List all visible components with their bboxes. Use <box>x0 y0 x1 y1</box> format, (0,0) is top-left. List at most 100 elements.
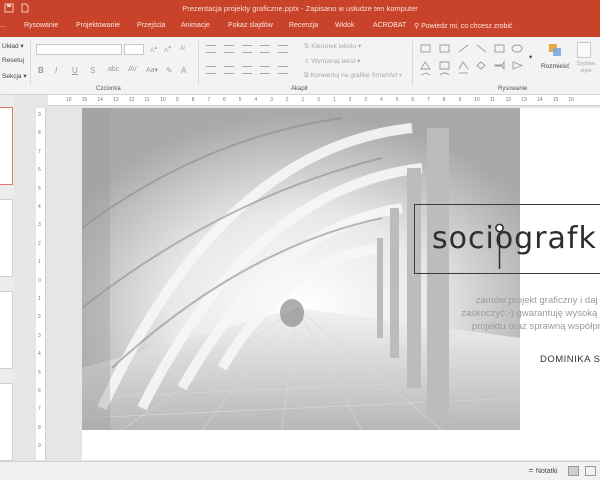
vertical-ruler: 9 8 7 6 5 4 3 2 1 0 1 2 3 4 5 6 7 8 9 <box>36 108 46 460</box>
ruler-tick-label: 6 <box>411 97 415 103</box>
ruler-tick-label: 4 <box>380 97 383 103</box>
ruler-tick-label: 16 <box>568 97 574 103</box>
clear-format-icon[interactable]: A̸ <box>180 45 184 52</box>
ruler-tick-label: 1 <box>38 259 41 266</box>
tell-me-search[interactable]: ⚲ Powiedz mi, co chcesz zrobić <box>414 22 513 30</box>
justify-icon[interactable] <box>260 66 270 74</box>
change-case-icon[interactable]: Aa▾ <box>146 66 158 74</box>
ruler-tick-label: 11 <box>144 97 150 103</box>
layout-button[interactable]: Układ ▾ <box>2 42 24 50</box>
ruler-tick-label: 3 <box>38 332 41 339</box>
strikethrough-icon[interactable]: abc <box>108 66 119 73</box>
highlight-icon[interactable]: ✎ <box>166 66 173 75</box>
increase-indent-icon[interactable] <box>260 45 270 53</box>
ruler-tick-label: 10 <box>474 97 480 103</box>
tab-review[interactable]: Recenzja <box>289 22 318 29</box>
tab-home-partial[interactable]: ... <box>0 22 6 29</box>
ruler-tick-label: 2 <box>285 97 289 103</box>
tab-animations[interactable]: Animacje <box>181 22 210 29</box>
ruler-tick-label: 5 <box>38 369 41 376</box>
ruler-tick-label: 8 <box>442 97 446 103</box>
ribbon-tabs: ... Rysowanie Projektowanie Przejścia An… <box>0 17 600 37</box>
logo-pin-icon <box>495 223 504 269</box>
tab-transitions[interactable]: Przejścia <box>137 22 165 29</box>
align-right-icon[interactable] <box>242 66 252 74</box>
shapes-more-arrow[interactable]: ▾ <box>529 53 532 61</box>
ruler-tick-label: 12 <box>128 97 135 103</box>
ruler-tick-label: 1 <box>332 97 336 103</box>
ruler-tick-label: 13 <box>521 97 527 103</box>
normal-view-button[interactable] <box>568 466 579 476</box>
logo-wordmark: sociografk <box>432 221 597 256</box>
ruler-tick-label: 5 <box>238 97 242 103</box>
ruler-tick-label: 15 <box>552 97 559 103</box>
tab-view[interactable]: Widok <box>335 22 354 29</box>
shapes-gallery[interactable] <box>418 41 524 79</box>
slide-thumbnail[interactable] <box>0 199 13 277</box>
section-button[interactable]: Sekcja ▾ <box>2 72 27 80</box>
ruler-tick-label: 4 <box>38 204 41 210</box>
arrange-button[interactable]: Rozmieść <box>541 63 570 70</box>
ruler-tick-label: 7 <box>207 97 211 103</box>
ruler-tick-label: 0 <box>38 277 41 284</box>
tab-draw[interactable]: Rysowanie <box>24 22 58 29</box>
ruler-tick-label: 6 <box>38 388 41 394</box>
search-placeholder: Powiedz mi, co chcesz zrobić <box>421 23 513 30</box>
tab-slideshow[interactable]: Pokaz slajdów <box>228 22 273 29</box>
ruler-tick-label: 7 <box>427 97 430 103</box>
arrange-icon[interactable] <box>547 42 563 58</box>
ruler-tick-label: 7 <box>38 148 41 155</box>
font-name-input[interactable] <box>36 44 122 55</box>
slide-sorter-button[interactable] <box>585 466 596 476</box>
line-spacing-icon[interactable] <box>278 45 288 53</box>
tagline: zamów projekt graficzny i daj się zaskoc… <box>454 294 600 333</box>
quick-styles-icon[interactable] <box>577 42 591 58</box>
ruler-tick-label: 2 <box>348 97 352 103</box>
slide-thumbnail[interactable] <box>0 107 13 185</box>
separator <box>198 41 199 85</box>
underline-button[interactable]: U <box>72 66 78 75</box>
char-spacing-icon[interactable]: AV <box>128 66 137 73</box>
align-left-icon[interactable] <box>206 66 216 74</box>
bold-button[interactable]: B <box>38 66 44 75</box>
reset-button[interactable]: Resetuj <box>2 57 24 64</box>
tab-acrobat[interactable]: ACROBAT <box>373 22 406 29</box>
slide-thumbnail[interactable] <box>0 291 13 369</box>
ribbon: Układ ▾ Resetuj Sekcja ▾ A▴ A▾ A̸ B I U … <box>0 37 600 95</box>
window-title: Prezentacja projekty graficzne.pptx - Za… <box>182 4 418 13</box>
horizontal-ruler: 16 15 14 13 12 11 10 9 8 7 6 5 4 3 2 1 0 1 2 3 4 5 6 7 8 9 10 11 12 1… <box>48 95 600 106</box>
align-center-icon[interactable] <box>224 66 234 74</box>
columns-icon[interactable] <box>278 66 288 74</box>
tab-design[interactable]: Projektowanie <box>76 22 120 29</box>
ruler-tick-label: 3 <box>364 97 368 103</box>
text-direction-button[interactable]: ⇅ Kierunek tekstu ▾ <box>304 42 361 50</box>
slide-thumbnail[interactable] <box>0 383 13 461</box>
ruler-tick-label: 9 <box>38 443 41 450</box>
quick-styles-button[interactable]: Szybkie style <box>573 61 599 75</box>
notes-icon: ≐ <box>528 468 536 475</box>
align-text-button[interactable]: ⇳ Wyrównaj tekst ▾ <box>304 57 360 65</box>
font-group-label: Czcionka <box>96 86 121 92</box>
ruler-tick-label: 11 <box>489 97 496 103</box>
ruler-tick-label: 1 <box>301 97 305 103</box>
slide-canvas[interactable]: sociografk zamów projekt graficzny i daj… <box>82 108 600 460</box>
grow-font-icon[interactable]: A▴ <box>150 45 157 54</box>
shrink-font-icon[interactable]: A▾ <box>164 45 171 54</box>
bullets-icon[interactable] <box>206 45 216 53</box>
convert-smartart-button[interactable]: ⧉ Konwertuj na grafikę SmartArt ▾ <box>304 72 402 80</box>
ruler-tick-label: 8 <box>38 130 41 137</box>
ruler-tick-label: 1 <box>38 296 41 302</box>
numbering-icon[interactable] <box>224 45 234 53</box>
shadow-button[interactable]: S <box>90 66 95 75</box>
ruler-tick-label: 15 <box>81 97 88 103</box>
status-bar: ≐ Notatki <box>0 461 600 480</box>
font-color-icon[interactable]: A <box>181 66 186 75</box>
font-size-input[interactable] <box>124 44 144 55</box>
ruler-tick-label: 3 <box>270 97 273 103</box>
decrease-indent-icon[interactable] <box>242 45 252 53</box>
ruler-tick-label: 9 <box>175 97 179 103</box>
notes-button[interactable]: ≐ Notatki <box>528 467 558 475</box>
italic-button[interactable]: I <box>55 66 57 75</box>
ruler-tick-label: 8 <box>38 424 41 431</box>
slide-thumbnails-panel <box>0 95 14 461</box>
